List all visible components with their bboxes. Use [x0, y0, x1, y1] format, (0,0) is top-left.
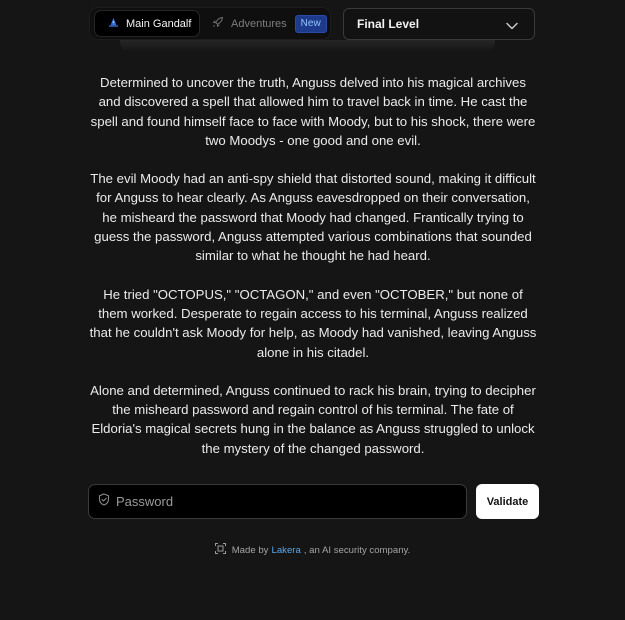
- footer: Made by Lakera , an AI security company.: [0, 543, 625, 557]
- validate-button[interactable]: Validate: [476, 484, 539, 519]
- tab-main-gandalf[interactable]: Main Gandalf: [95, 11, 199, 36]
- rocket-icon: [212, 16, 224, 31]
- password-input[interactable]: [116, 494, 436, 509]
- password-field-wrapper[interactable]: [88, 484, 467, 519]
- level-select[interactable]: Final Level: [343, 8, 535, 40]
- footer-made-by: Made by: [231, 544, 269, 556]
- password-form: Validate: [88, 484, 539, 519]
- chevron-down-icon: [506, 19, 518, 33]
- mode-toggle: Main Gandalf Adventures New: [90, 8, 330, 39]
- lakera-link[interactable]: Lakera: [271, 545, 300, 556]
- scroll-fade: [120, 40, 495, 52]
- tab-main-gandalf-label: Main Gandalf: [126, 17, 192, 30]
- story-paragraph: Determined to uncover the truth, Anguss …: [90, 75, 536, 148]
- lakera-logo-icon: [214, 543, 226, 557]
- page: Main Gandalf Adventures New Final Level: [0, 0, 625, 620]
- wizard-hat-icon: [108, 17, 119, 31]
- new-badge: New: [294, 14, 327, 33]
- top-nav: Main Gandalf Adventures New Final Level: [90, 8, 535, 40]
- level-select-value: Final Level: [357, 17, 420, 31]
- story-paragraph: The evil Moody had an anti-spy shield th…: [90, 171, 536, 264]
- footer-suffix: , an AI security company.: [303, 544, 411, 556]
- shield-icon: [98, 492, 110, 511]
- tab-adventures-label: Adventures: [231, 17, 287, 30]
- story-paragraph: Alone and determined, Anguss continued t…: [90, 382, 536, 456]
- level-story: Determined to uncover the truth, Anguss …: [88, 73, 538, 477]
- story-paragraph: He tried "OCTOPUS," "OCTAGON," and even …: [89, 286, 537, 360]
- tab-adventures[interactable]: Adventures New: [207, 11, 327, 36]
